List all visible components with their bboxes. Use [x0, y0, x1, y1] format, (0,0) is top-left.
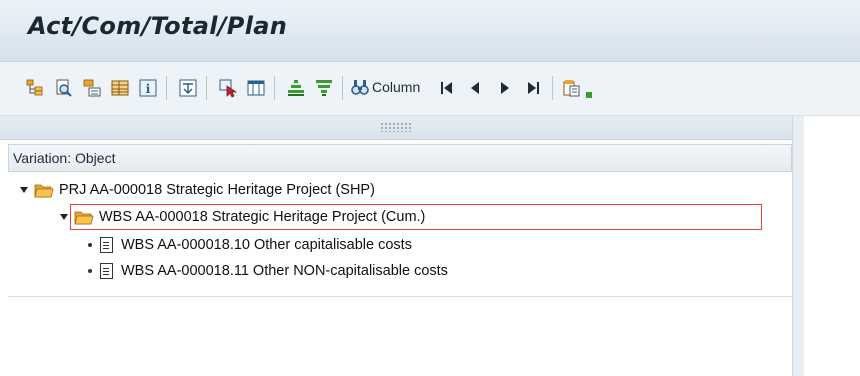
leaf-bullet	[88, 269, 92, 273]
expand-collapse-icon[interactable]	[60, 214, 68, 220]
tree-node-project[interactable]: PRJ AA-000018 Strategic Heritage Project…	[20, 179, 375, 201]
open-folder-icon	[34, 183, 54, 198]
overflow-indicator	[586, 92, 592, 98]
document-icon	[100, 263, 113, 279]
first-page-icon[interactable]	[438, 78, 456, 98]
next-page-icon[interactable]	[496, 78, 514, 98]
select-icon[interactable]	[218, 78, 238, 98]
detail-pane	[804, 116, 860, 376]
info-icon[interactable]: i	[138, 78, 158, 98]
tree-node-label: WBS AA-000018.10 Other capitalisable cos…	[121, 237, 412, 253]
layout-icon[interactable]	[110, 78, 130, 98]
variation-header: Variation: Object	[8, 144, 792, 172]
svg-text:i: i	[146, 82, 151, 96]
document-icon	[100, 237, 113, 253]
column-button[interactable]: Column	[372, 79, 420, 95]
splitter-bar[interactable]	[0, 116, 792, 140]
structure-icon[interactable]	[82, 78, 102, 98]
tree-node-label: PRJ AA-000018 Strategic Heritage Project…	[59, 182, 375, 198]
find-icon[interactable]	[54, 78, 74, 98]
window-title: Act/Com/Total/Plan	[28, 12, 288, 40]
expand-tree-icon[interactable]	[26, 78, 46, 98]
column-search-icon[interactable]	[350, 78, 370, 98]
tree-node-label: WBS AA-000018 Strategic Heritage Project…	[99, 209, 426, 225]
tree-node-wbs-cum[interactable]: WBS AA-000018 Strategic Heritage Project…	[60, 206, 425, 228]
variation-label: Variation: Object	[13, 150, 116, 166]
leaf-bullet	[88, 243, 92, 247]
tree-divider	[8, 296, 792, 297]
last-page-icon[interactable]	[524, 78, 542, 98]
title-bar: Act/Com/Total/Plan	[0, 0, 860, 62]
filter-icon[interactable]	[314, 78, 334, 98]
copy-icon[interactable]	[562, 78, 582, 98]
open-folder-icon	[74, 210, 94, 225]
sort-ascending-icon[interactable]	[286, 78, 306, 98]
previous-page-icon[interactable]	[466, 78, 484, 98]
tree-node-label: WBS AA-000018.11 Other NON-capitalisable…	[121, 263, 448, 279]
application-toolbar: i Column	[0, 62, 860, 116]
tree-node-wbs-11[interactable]: WBS AA-000018.11 Other NON-capitalisable…	[88, 260, 448, 282]
print-icon[interactable]	[178, 78, 198, 98]
splitter-grip[interactable]	[380, 122, 412, 132]
tree-node-wbs-10[interactable]: WBS AA-000018.10 Other capitalisable cos…	[88, 234, 412, 256]
pane-splitter-vertical[interactable]	[792, 116, 804, 376]
grid-icon[interactable]	[246, 78, 266, 98]
object-tree: PRJ AA-000018 Strategic Heritage Project…	[8, 172, 792, 294]
expand-collapse-icon[interactable]	[20, 187, 28, 193]
